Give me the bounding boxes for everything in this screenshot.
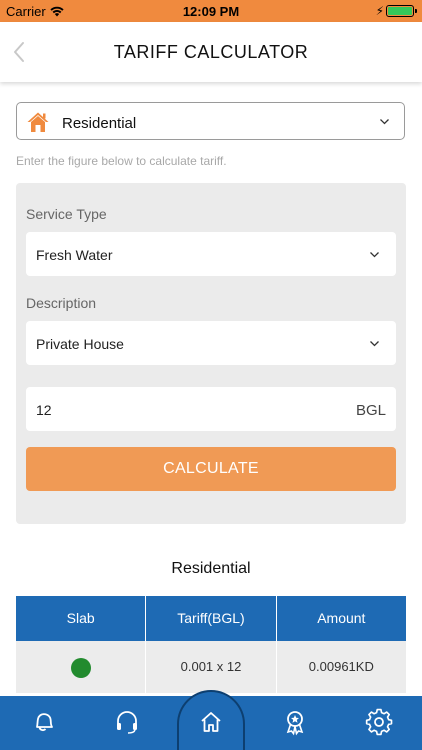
page-title: TARIFF CALCULATOR: [113, 42, 309, 62]
home-icon: [27, 112, 49, 132]
status-bar: Carrier 12:09 PM ⚡: [0, 0, 422, 22]
hint-text: Enter the figure below to calculate tari…: [16, 154, 227, 168]
tariff-cell: 0.001 x 12: [146, 641, 277, 693]
result-table: Slab Tariff(BGL) Amount 0.001 x 12 0.009…: [16, 596, 406, 693]
gear-icon[interactable]: [365, 708, 393, 736]
quantity-value: 12: [36, 402, 52, 418]
category-dropdown[interactable]: Residential: [16, 102, 405, 140]
chevron-down-icon: [370, 341, 379, 347]
column-header-slab: Slab: [16, 596, 147, 641]
column-header-tariff: Tariff(BGL): [146, 596, 277, 641]
chevron-down-icon: [380, 119, 389, 125]
quantity-unit: BGL: [355, 402, 386, 419]
status-time: 12:09 PM: [182, 4, 240, 19]
tab-home[interactable]: [177, 690, 245, 750]
result-title: Residential: [171, 560, 251, 577]
nav-bar: TARIFF CALCULATOR: [0, 22, 422, 82]
description-label: Description: [26, 295, 97, 311]
table-header-row: Slab Tariff(BGL) Amount: [16, 596, 406, 641]
category-label: Residential: [62, 115, 137, 132]
home-icon: [201, 712, 221, 732]
chevron-down-icon: [370, 252, 379, 258]
service-type-value: Fresh Water: [36, 247, 113, 263]
amount-cell: 0.00961KD: [308, 659, 374, 674]
description-value: Private House: [36, 336, 124, 352]
calculator-form: Service Type Fresh Water Description Pri…: [16, 183, 406, 524]
headset-icon[interactable]: [113, 708, 141, 736]
charging-icon: ⚡: [375, 4, 384, 18]
tab-bar: [0, 690, 422, 750]
quantity-input[interactable]: 12 BGL: [26, 387, 396, 431]
slab-cell: [16, 641, 147, 693]
battery-icon: [386, 5, 417, 17]
column-header-amount: Amount: [317, 610, 366, 626]
service-type-dropdown[interactable]: Fresh Water: [26, 232, 396, 276]
calculate-button[interactable]: CALCULATE: [26, 447, 396, 491]
description-dropdown[interactable]: Private House: [26, 321, 396, 365]
slab-indicator: [70, 657, 91, 678]
bell-icon[interactable]: [29, 708, 57, 736]
table-row: 0.001 x 12 0.00961KD: [16, 641, 406, 693]
award-icon[interactable]: [281, 708, 309, 736]
service-type-label: Service Type: [26, 206, 107, 222]
